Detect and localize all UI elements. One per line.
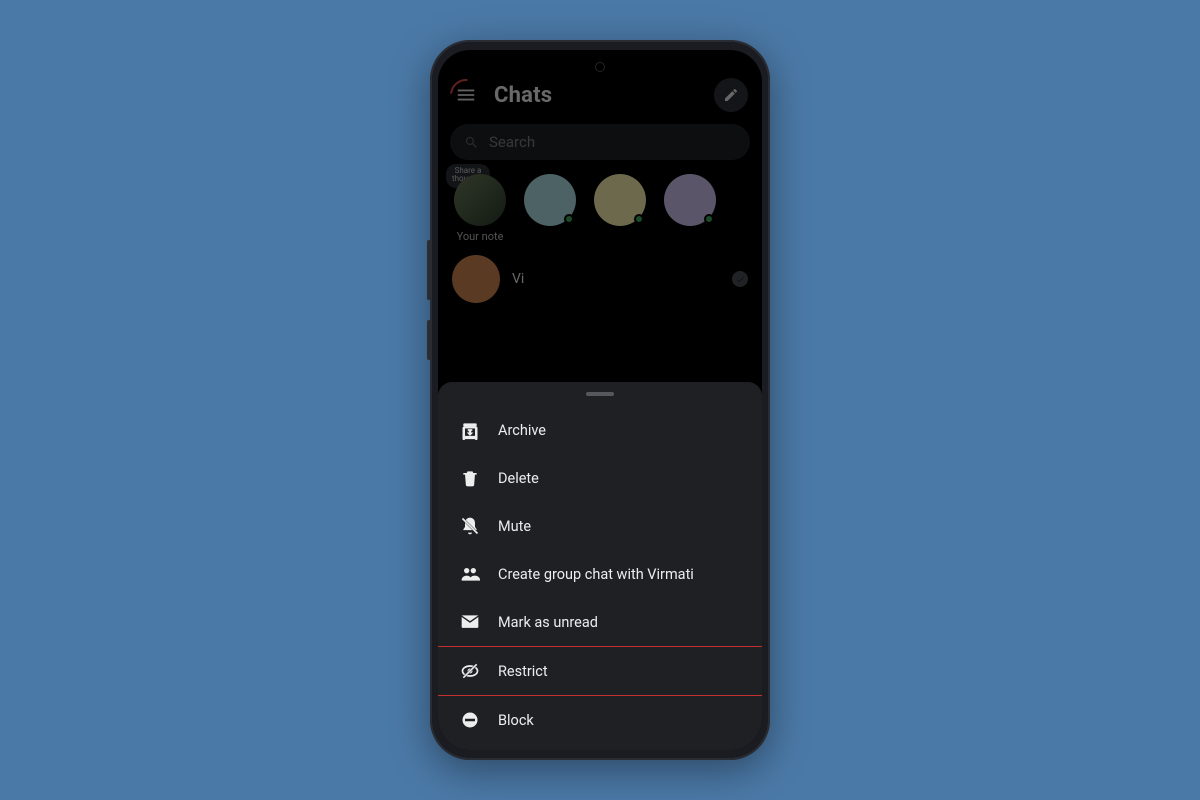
restrict-icon xyxy=(460,661,480,681)
story-avatar xyxy=(594,174,646,226)
group-icon xyxy=(460,564,480,584)
story-ring-indicator xyxy=(443,72,488,117)
your-avatar xyxy=(454,174,506,226)
action-archive[interactable]: Archive xyxy=(438,406,762,454)
archive-icon xyxy=(460,420,480,440)
pencil-icon xyxy=(723,87,739,103)
action-label: Create group chat with Virmati xyxy=(498,566,694,583)
screen: Chats Search Share a thought... Your not… xyxy=(438,50,762,750)
chat-name: Vi xyxy=(512,271,524,287)
search-icon xyxy=(464,135,479,150)
story-item[interactable] xyxy=(592,174,648,226)
action-mark-unread[interactable]: Mark as unread xyxy=(438,598,762,646)
unread-icon xyxy=(460,612,480,632)
action-label: Mute xyxy=(498,518,531,535)
delivered-badge xyxy=(732,271,748,287)
action-label: Archive xyxy=(498,422,546,439)
chat-row[interactable]: Vi xyxy=(438,245,762,313)
your-note-label: Your note xyxy=(457,230,504,243)
action-label: Delete xyxy=(498,470,539,487)
search-placeholder: Search xyxy=(489,133,535,151)
online-dot xyxy=(564,214,574,224)
action-label: Restrict xyxy=(498,663,548,680)
action-delete[interactable]: Delete xyxy=(438,454,762,502)
action-block[interactable]: Block xyxy=(438,696,762,744)
action-label: Mark as unread xyxy=(498,614,598,631)
story-avatar xyxy=(664,174,716,226)
phone-frame: Chats Search Share a thought... Your not… xyxy=(430,40,770,760)
trash-icon xyxy=(460,468,480,488)
block-icon xyxy=(460,710,480,730)
action-create-group[interactable]: Create group chat with Virmati xyxy=(438,550,762,598)
mute-icon xyxy=(460,516,480,536)
front-camera xyxy=(595,62,605,72)
your-note-story[interactable]: Share a thought... Your note xyxy=(452,174,508,243)
online-dot xyxy=(634,214,644,224)
online-dot xyxy=(704,214,714,224)
action-sheet: Archive Delete Mute Create group chat wi… xyxy=(438,382,762,750)
action-restrict[interactable]: Restrict xyxy=(438,646,762,696)
story-item[interactable] xyxy=(522,174,578,226)
story-avatar xyxy=(524,174,576,226)
story-item[interactable] xyxy=(662,174,718,226)
stories-row[interactable]: Share a thought... Your note xyxy=(438,170,762,245)
menu-button[interactable] xyxy=(452,81,480,109)
check-icon xyxy=(736,275,745,284)
drag-handle[interactable] xyxy=(586,392,614,396)
action-mute[interactable]: Mute xyxy=(438,502,762,550)
chat-avatar xyxy=(452,255,500,303)
topbar: Chats xyxy=(438,70,762,118)
action-label: Block xyxy=(498,712,534,729)
page-title: Chats xyxy=(494,83,552,108)
volume-button xyxy=(427,240,430,300)
compose-button[interactable] xyxy=(714,78,748,112)
power-button xyxy=(427,320,430,360)
search-bar[interactable]: Search xyxy=(450,124,750,160)
